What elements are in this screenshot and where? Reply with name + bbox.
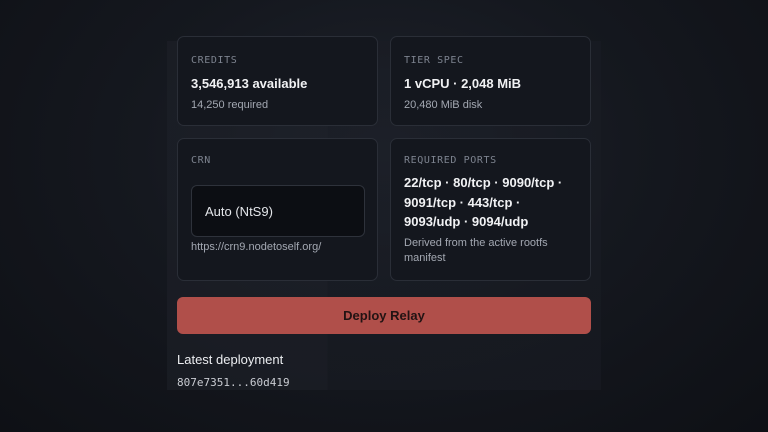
crn-select[interactable]: Auto (NtS9)	[191, 185, 365, 237]
deploy-relay-button[interactable]: Deploy Relay	[177, 297, 591, 334]
latest-deployment-hash[interactable]: 807e7351...60d419	[177, 376, 290, 389]
credits-available: 3,546,913 available	[191, 76, 308, 91]
latest-deployment-title: Latest deployment	[177, 352, 284, 367]
crn-label: CRN	[191, 155, 211, 166]
crn-card: CRN Auto (NtS9) https://crn9.nodetoself.…	[177, 138, 378, 281]
credits-card: CREDITS 3,546,913 available 14,250 requi…	[177, 36, 378, 126]
tier-spec-card: TIER SPEC 1 vCPU · 2,048 MiB 20,480 MiB …	[390, 36, 591, 126]
crn-select-value: Auto (NtS9)	[205, 204, 273, 219]
tier-spec-value: 1 vCPU · 2,048 MiB	[404, 76, 522, 91]
required-ports-note: Derived from the active rootfs manifest	[404, 237, 548, 264]
credits-label: CREDITS	[191, 55, 238, 66]
required-ports-card: REQUIRED PORTS 22/tcp · 80/tcp · 9090/tc…	[390, 138, 591, 281]
required-ports-list: 22/tcp · 80/tcp · 9090/tcp · 9091/tcp · …	[404, 175, 563, 229]
required-ports-label: REQUIRED PORTS	[404, 155, 497, 166]
credits-required: 14,250 required	[191, 99, 269, 111]
crn-url: https://crn9.nodetoself.org/	[191, 241, 322, 253]
tier-spec-disk: 20,480 MiB disk	[404, 99, 483, 111]
tier-spec-label: TIER SPEC	[404, 55, 464, 66]
